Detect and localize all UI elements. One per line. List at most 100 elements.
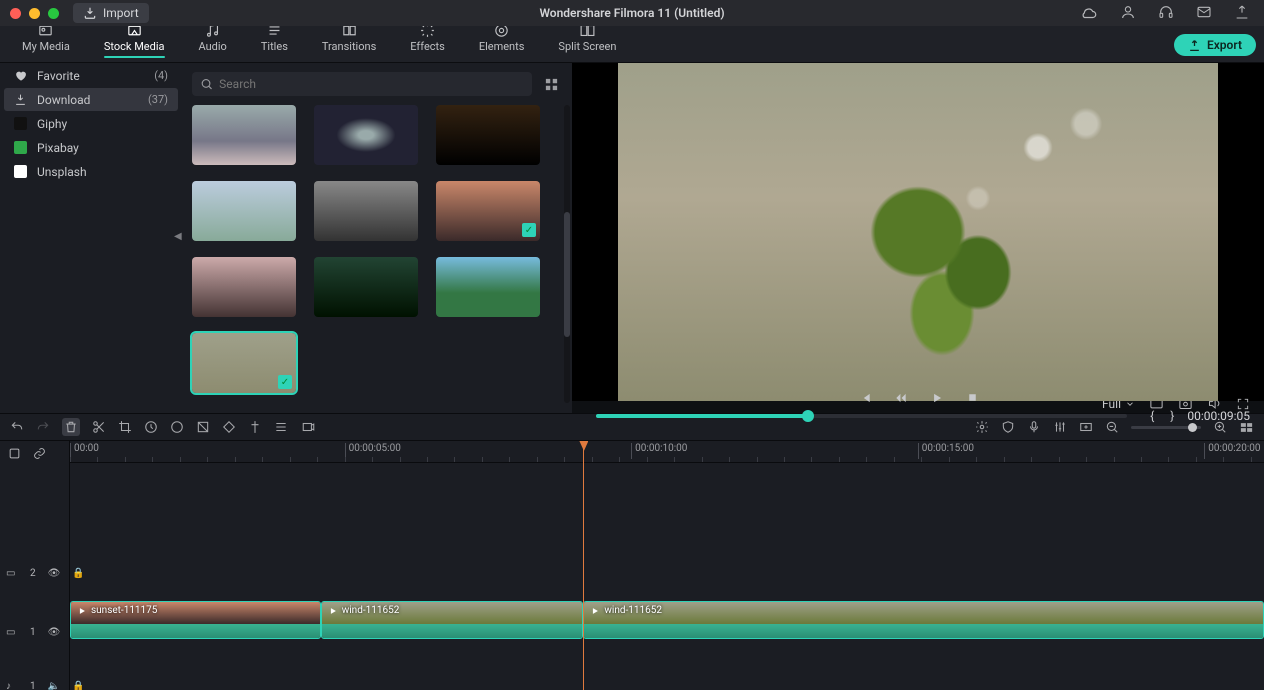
media-thumb[interactable]: ✓ (436, 181, 540, 241)
color-icon[interactable] (170, 420, 184, 434)
media-thumb[interactable] (192, 105, 296, 165)
media-thumb[interactable] (314, 181, 418, 241)
tab-label: Elements (479, 40, 525, 53)
media-thumbs: ✓✓ (182, 105, 572, 403)
ruler-tick: 00:00:15:00 (918, 443, 974, 459)
titlebar-actions (1080, 4, 1250, 22)
search-input-wrap[interactable] (192, 72, 532, 96)
scrub-bar[interactable] (596, 414, 1127, 418)
clip-label: sunset-111175 (77, 605, 157, 616)
video-track-icon: ▭ (6, 627, 18, 638)
zoom-out-icon[interactable] (1105, 420, 1119, 434)
export-icon (1188, 39, 1201, 52)
adjust-icon[interactable] (274, 420, 288, 434)
tab-effects[interactable]: Effects (410, 22, 445, 58)
zoom-in-icon[interactable] (1213, 420, 1227, 434)
import-label: Import (103, 6, 139, 20)
media-thumb[interactable] (192, 257, 296, 317)
shield-icon[interactable] (1001, 420, 1015, 434)
preview-canvas (618, 63, 1218, 401)
tab-stock-media[interactable]: Stock Media (104, 22, 165, 58)
tab-label: Transitions (322, 40, 376, 53)
timeline-ruler[interactable]: 00:0000:00:05:0000:00:10:0000:00:15:0000… (70, 441, 1264, 463)
media-thumb[interactable] (436, 105, 540, 165)
import-button[interactable]: Import (73, 3, 149, 23)
split-icon[interactable] (92, 420, 106, 434)
media-thumb[interactable]: ✓ (192, 333, 296, 393)
media-thumb[interactable] (436, 257, 540, 317)
speed-icon[interactable] (144, 420, 158, 434)
tab-transitions[interactable]: Transitions (322, 22, 376, 58)
playhead[interactable] (583, 441, 584, 690)
media-scrollbar[interactable] (564, 105, 570, 403)
track-visibility-icon[interactable]: 👁 (48, 627, 61, 638)
preview-viewport (572, 63, 1264, 401)
account-icon[interactable] (1120, 4, 1136, 22)
media-thumb[interactable] (314, 105, 418, 165)
headphones-icon[interactable] (1158, 4, 1174, 22)
ruler-tick: 00:00:10:00 (631, 443, 687, 459)
tab-label: Effects (410, 40, 445, 53)
timeline-clip[interactable]: wind-111652 (321, 601, 584, 639)
tab-my-media[interactable]: My Media (22, 22, 70, 58)
voiceover-icon[interactable] (1027, 420, 1041, 434)
marker-icon[interactable] (248, 420, 262, 434)
tab-split-screen[interactable]: Split Screen (558, 22, 616, 58)
upload-icon[interactable] (1234, 4, 1250, 22)
render-icon[interactable] (300, 420, 317, 434)
clip-label: wind-111652 (590, 605, 662, 616)
sidebar-item-unsplash[interactable]: Unsplash (4, 160, 178, 183)
timeline-clip[interactable]: wind-111652 (583, 601, 1264, 639)
fullscreen-icon[interactable] (1236, 397, 1250, 411)
mixer-icon[interactable] (1053, 420, 1067, 434)
ruler-tick: 00:00 (70, 443, 99, 459)
tab-titles[interactable]: Titles (261, 22, 288, 58)
export-button[interactable]: Export (1174, 34, 1256, 56)
track-add-icon[interactable] (1079, 420, 1093, 434)
delete-icon[interactable] (62, 418, 80, 436)
collapse-sidebar-icon[interactable]: ◀ (174, 231, 182, 242)
redo-icon[interactable] (36, 420, 50, 434)
media-thumb[interactable] (192, 181, 296, 241)
sidebar-item-label: Favorite (37, 69, 80, 83)
sidebar-item-pixabay[interactable]: Pixabay (4, 136, 178, 159)
sidebar-item-label: Unsplash (37, 165, 87, 179)
zoom-slider[interactable] (1131, 426, 1201, 429)
tab-label: Titles (261, 40, 288, 53)
timeline: ▭ 2 👁 🔒 ▭ 1 👁 🔒 ♪ 1 🔈 🔒 00:0000:00:05:00… (0, 441, 1264, 690)
close-window-icon[interactable] (10, 8, 21, 19)
timeline-clip[interactable]: sunset-111175 (70, 601, 321, 639)
import-icon (83, 6, 97, 20)
track-visibility-icon[interactable]: 👁 (48, 568, 61, 579)
mail-icon[interactable] (1196, 4, 1212, 22)
cloud-icon[interactable] (1080, 4, 1098, 22)
keyframe-icon[interactable] (222, 420, 236, 434)
link-tracks-icon[interactable] (33, 447, 46, 460)
timeline-body[interactable]: 00:0000:00:05:0000:00:10:0000:00:15:0000… (70, 441, 1264, 690)
sidebar-item-label: Download (37, 93, 90, 107)
minimize-window-icon[interactable] (29, 8, 40, 19)
mix-icon[interactable] (975, 420, 989, 434)
view-grid-icon[interactable] (540, 77, 562, 92)
greenscreen-icon[interactable] (196, 420, 210, 434)
tab-elements[interactable]: Elements (479, 22, 525, 58)
undo-icon[interactable] (10, 420, 24, 434)
audio-track-icon: ♪ (6, 681, 18, 690)
track-num-v1: 1 (30, 627, 36, 638)
search-input[interactable] (219, 77, 524, 91)
preview-panel: { } 00:00:09:05 Full (572, 63, 1264, 413)
track-mute-icon[interactable]: 🔈 (48, 681, 60, 690)
media-browser: ◀ ✓✓ (182, 63, 572, 413)
app-title: Wondershare Filmora 11 (Untitled) (539, 6, 724, 20)
timeline-layout-icon[interactable] (1239, 420, 1254, 435)
media-thumb[interactable] (314, 257, 418, 317)
tab-audio[interactable]: Audio (199, 22, 227, 58)
sidebar-item-download[interactable]: Download(37) (4, 88, 178, 111)
maximize-window-icon[interactable] (48, 8, 59, 19)
video-track-1[interactable]: sunset-111175 wind-111652 wind-111652 (70, 601, 1264, 655)
sidebar-item-label: Pixabay (37, 141, 79, 155)
sidebar-item-favorite[interactable]: Favorite(4) (4, 64, 178, 87)
timeline-options-icon[interactable] (8, 447, 21, 460)
crop-icon[interactable] (118, 420, 132, 434)
sidebar-item-giphy[interactable]: Giphy (4, 112, 178, 135)
